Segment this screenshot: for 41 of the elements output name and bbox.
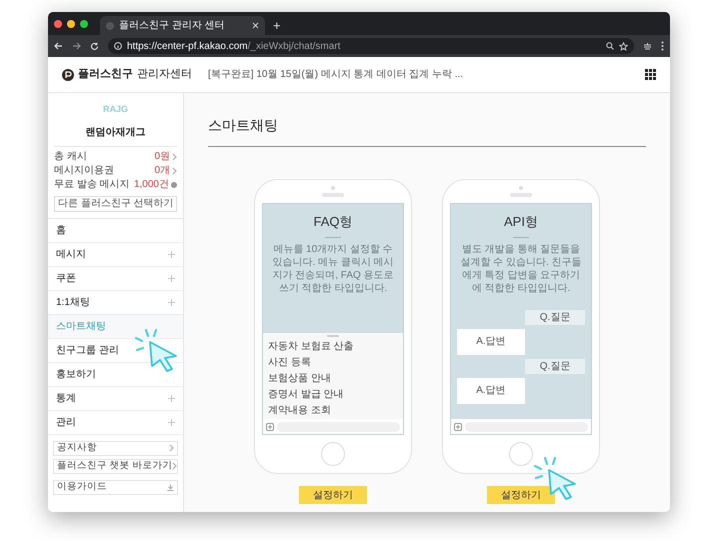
url-text: https://center-pf.kakao.com/_xieWxbj/chat/smart [127, 40, 342, 54]
url-field[interactable]: https://center-pf.kakao.com/_xieWxbj/chat/smart [108, 38, 634, 54]
stat-label: 총 캐시 [54, 150, 88, 164]
profile-name: 랜덤아재개그 [54, 124, 177, 146]
sidebar-link[interactable]: 플러스친구 챗봇 바로가기 [53, 458, 178, 474]
faq-menu-item[interactable]: 보험상품 안내 [268, 371, 398, 387]
nav-item[interactable]: 관리 [48, 410, 183, 434]
channel-select[interactable]: 다른 플러스친구 선택하기 [54, 196, 177, 212]
faq-menu-item[interactable]: 계약내용 조회 [268, 403, 398, 419]
card-description: 별도 개발을 통해 질문들을 설계할 수 있습니다. 친구들에게 특정 답변을 요구하기에 적합한 타입입니다. [459, 242, 583, 294]
notice-link[interactable]: [복구완료] 10월 15일(월) 메시지 통계 데이터 집계 누락 ... [208, 67, 629, 82]
card-title: FAQ형 [313, 213, 352, 231]
question-bubble: Q.질문 [525, 358, 585, 374]
logo-text: 플러스친구 [78, 67, 133, 82]
stat-label: 메시지이용권 [54, 164, 115, 178]
stat-value: 0개 [154, 164, 170, 178]
faq-menu-item[interactable]: 증명서 발급 안내 [268, 387, 398, 403]
nav-item[interactable]: 메시지 [48, 242, 183, 266]
nav-item[interactable]: 홈 [48, 218, 183, 242]
card-title: API형 [504, 213, 538, 231]
card-description: 메뉴를 10개까지 설정할 수 있습니다. 메뉴 클릭시 메시지가 전송되며, FAQ 용도로 쓰기 적합한 타입입니다. [271, 242, 395, 294]
sidebar-link[interactable]: 공지사항 [53, 440, 178, 456]
browser-tab[interactable]: 플러스친구 관리자 센터 [100, 16, 265, 35]
page-title: 스마트채팅 [208, 115, 646, 147]
logo-subtitle: 관리자센터 [137, 67, 192, 82]
answer-bubble: A.답변 [457, 378, 525, 404]
question-bubble: Q.질문 [525, 310, 585, 325]
new-tab-button[interactable]: + [271, 16, 283, 35]
nav-item[interactable]: 통계 [48, 386, 183, 410]
faq-menu-item[interactable]: 사진 등록 [268, 355, 398, 371]
sidebar-link[interactable]: 이용가이드 [53, 480, 178, 494]
stat-value: 0원 [154, 150, 170, 164]
stat-label: 무료 발송 메시지 [54, 178, 131, 192]
nav-item[interactable]: 쿠폰 [48, 266, 183, 290]
setup-button[interactable]: 설정하기 [487, 486, 555, 504]
stat-value: 1,000건 [134, 178, 169, 192]
faq-menu-item[interactable]: 자동차 보험료 산출 [268, 339, 398, 355]
tab-title: 플러스친구 관리자 센터 [119, 19, 226, 33]
setup-button[interactable]: 설정하기 [299, 486, 367, 504]
profile-code-label: RAJG [102, 103, 128, 116]
answer-bubble: A.답변 [457, 328, 525, 355]
